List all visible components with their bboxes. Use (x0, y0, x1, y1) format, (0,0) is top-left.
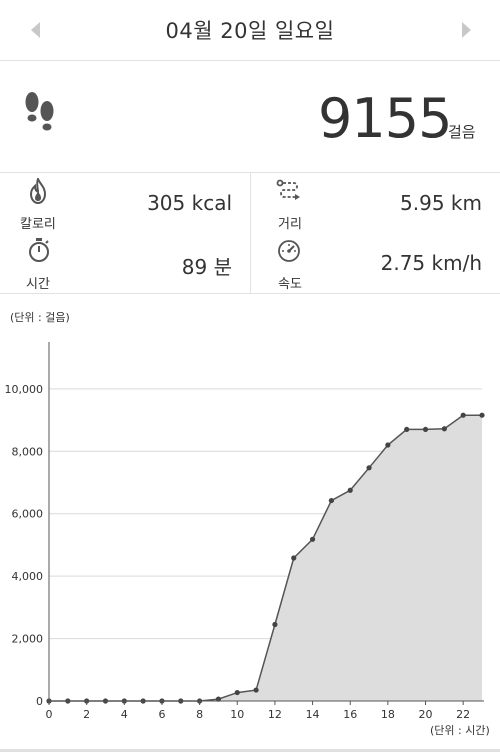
x-tick-label: 20 (419, 708, 433, 721)
date-title: 04월 20일 일요일 (165, 19, 335, 43)
time-value: 89 분 (181, 255, 232, 279)
x-tick-label: 2 (83, 708, 90, 721)
data-point (234, 689, 240, 696)
x-tick-label: 14 (306, 708, 320, 721)
flame-icon (29, 178, 47, 204)
calories-value: 305 kcal (147, 191, 232, 215)
data-point (347, 487, 353, 493)
chart-x-unit: (단위 : 시간) (430, 724, 490, 737)
data-point (422, 426, 429, 433)
data-point (272, 621, 278, 628)
data-point (479, 412, 485, 418)
x-tick-label: 4 (121, 708, 128, 721)
steps-summary: 9155 걸음 (0, 61, 500, 173)
stopwatch-icon (29, 238, 49, 262)
data-point (328, 497, 334, 504)
data-point (366, 465, 372, 471)
speedometer-icon (278, 240, 300, 262)
y-tick-label: 8,000 (12, 445, 44, 458)
calories-label: 칼로리 (20, 217, 56, 232)
y-tick-label: 4,000 (12, 570, 44, 583)
x-tick-label: 18 (381, 708, 395, 721)
hourly-steps-chart: 0 2,000 4,000 6,000 8,000 10,000 0 2 4 6 8 10 12 14 16… (5, 342, 485, 721)
stats-grid: 칼로리 305 kcal 거리 5.95 km 시간 89 분 속도 2.75 … (0, 173, 500, 294)
distance-value: 5.95 km (400, 191, 482, 215)
chart-y-unit: (단위 : 걸음) (10, 311, 70, 324)
footprints-icon (25, 92, 54, 131)
step-unit: 걸음 (448, 123, 476, 141)
x-tick-label: 8 (196, 708, 203, 721)
data-point (291, 555, 297, 561)
data-point (404, 426, 410, 433)
x-tick-label: 12 (268, 708, 282, 721)
time-label: 시간 (26, 277, 50, 292)
route-icon (276, 179, 300, 200)
speed-value: 2.75 km/h (380, 251, 482, 275)
y-tick-label: 10,000 (5, 383, 44, 396)
x-tick-label: 16 (343, 708, 357, 721)
y-tick-label: 6,000 (12, 508, 44, 521)
date-header: 04월 20일 일요일 (0, 0, 500, 61)
y-tick-label: 0 (36, 695, 43, 708)
x-tick-label: 10 (230, 708, 244, 721)
data-point (460, 412, 466, 418)
x-tick-label: 6 (158, 708, 165, 721)
speed-label: 속도 (278, 277, 302, 292)
stats-divider (250, 173, 251, 293)
x-tick-label: 0 (46, 708, 53, 721)
data-point (253, 687, 259, 693)
step-count: 9155 (318, 87, 452, 150)
chevron-right-icon[interactable] (454, 18, 478, 42)
data-point (441, 426, 447, 432)
y-tick-label: 2,000 (12, 633, 44, 646)
x-tick-label: 22 (456, 708, 470, 721)
data-point (309, 536, 316, 542)
distance-label: 거리 (278, 217, 302, 232)
data-point (385, 442, 391, 448)
